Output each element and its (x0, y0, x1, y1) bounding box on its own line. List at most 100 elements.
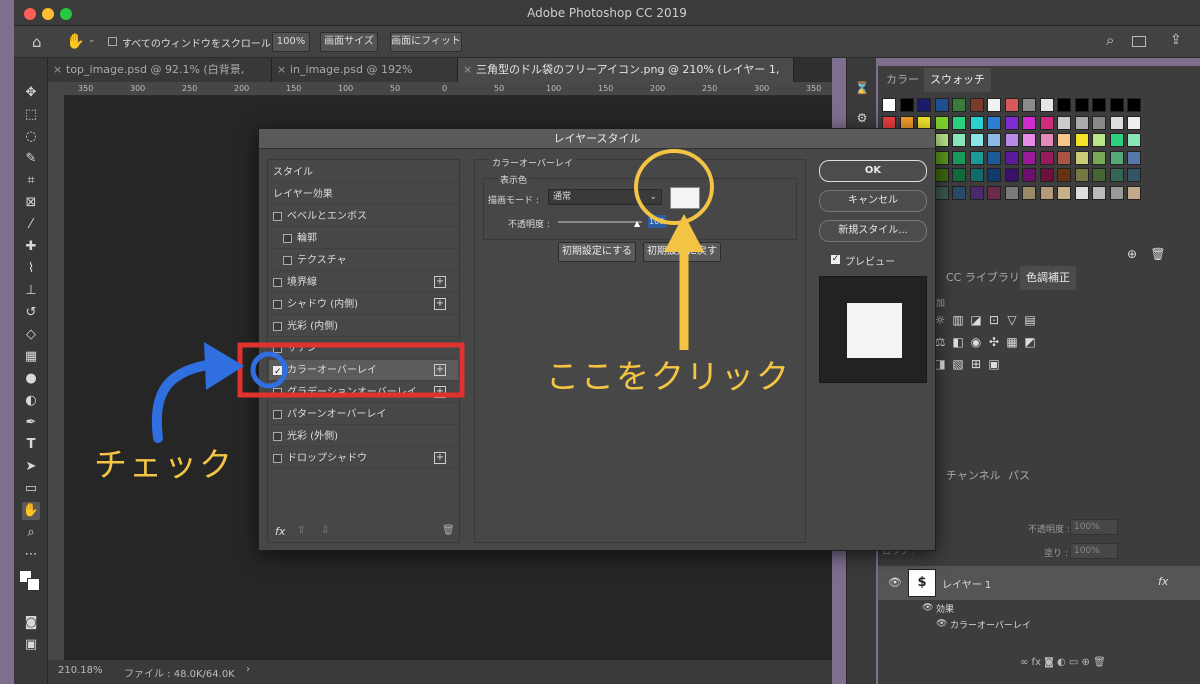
trash-icon[interactable]: 🗑 (1150, 246, 1166, 262)
tab-swatches[interactable]: スウォッチ (924, 68, 991, 92)
workspace-icon[interactable] (1132, 36, 1146, 47)
swatch[interactable] (1074, 185, 1089, 200)
fill-screen-button[interactable]: 画面にフィット (390, 32, 462, 52)
fx-menu-icon[interactable]: fx (275, 525, 285, 538)
style-checkbox[interactable] (273, 344, 282, 353)
swatch[interactable] (1074, 98, 1089, 112)
swatch[interactable] (1109, 98, 1124, 112)
opacity-value-field[interactable]: 100 (648, 215, 666, 228)
style-checkbox[interactable] (273, 278, 282, 287)
quick-select-tool-icon[interactable]: ✎ (22, 150, 40, 168)
swatch[interactable] (1039, 115, 1054, 130)
zoom-tool-icon[interactable]: ⌕ (22, 524, 40, 542)
swatch[interactable] (1004, 115, 1019, 130)
marquee-tool-icon[interactable]: ⬚ (22, 106, 40, 124)
swatch[interactable] (987, 185, 1001, 200)
style-item[interactable]: ベベルとエンボス (269, 206, 458, 227)
new-swatch-icon[interactable]: ⊕ (1124, 246, 1140, 262)
swatch[interactable] (1039, 185, 1054, 200)
swatch[interactable] (952, 98, 966, 112)
swatch[interactable] (1022, 115, 1036, 130)
swatch[interactable] (1109, 133, 1124, 147)
opacity-slider-track[interactable] (558, 221, 642, 223)
opacity-slider-thumb[interactable]: ▲ (634, 219, 640, 228)
stamp-tool-icon[interactable]: ⊥ (22, 282, 40, 300)
swatch[interactable] (1039, 150, 1054, 165)
swatch[interactable] (1127, 98, 1141, 112)
adjustment-icon[interactable]: ▣ (986, 356, 1002, 372)
overlay-color-swatch[interactable] (670, 187, 700, 209)
swatch[interactable] (1074, 115, 1089, 130)
zoom-level[interactable]: 210.18% (58, 665, 103, 676)
history-panel-icon[interactable]: ⌛ (854, 80, 870, 96)
background-color-swatch[interactable] (27, 578, 40, 591)
swatch[interactable] (1127, 185, 1141, 200)
swatch[interactable] (987, 115, 1001, 130)
adjustment-icon[interactable]: ◩ (1022, 334, 1038, 350)
swatch[interactable] (952, 150, 966, 165)
swatch[interactable] (969, 133, 984, 147)
fx-icon[interactable]: fx (1158, 575, 1168, 588)
gradient-tool-icon[interactable]: ▦ (22, 348, 40, 366)
layer-opacity-field[interactable]: 100% (1070, 519, 1118, 535)
adjustment-icon[interactable]: ▽ (1004, 312, 1020, 328)
style-item[interactable]: ドロップシャドウ + (269, 448, 458, 469)
swatch[interactable] (1022, 150, 1036, 165)
swatch[interactable] (1022, 98, 1036, 112)
swatch[interactable] (1004, 133, 1019, 147)
swatch[interactable] (987, 98, 1001, 112)
preview-checkbox[interactable]: ✓ (831, 255, 840, 264)
new-style-button[interactable]: 新規スタイル... (819, 220, 927, 242)
tab-channels[interactable]: チャンネル (940, 464, 1007, 488)
swatch[interactable] (1004, 150, 1019, 165)
swatch[interactable] (899, 98, 914, 112)
swatch[interactable] (934, 168, 949, 182)
add-effect-icon[interactable]: + (434, 386, 446, 398)
swatch[interactable] (1074, 150, 1089, 165)
screen-mode-icon[interactable]: ▣ (22, 636, 40, 654)
swatch[interactable] (1092, 133, 1106, 147)
swatch[interactable] (1092, 98, 1106, 112)
close-tab-icon[interactable]: × (277, 58, 286, 82)
swatch[interactable] (1022, 133, 1036, 147)
style-checkbox[interactable] (273, 454, 282, 463)
add-effect-icon[interactable]: + (434, 364, 446, 376)
swatch[interactable] (1004, 185, 1019, 200)
zoom-100-button[interactable]: 100% (272, 32, 310, 52)
style-checkbox[interactable] (283, 234, 292, 243)
swatch[interactable] (934, 133, 949, 147)
pen-tool-icon[interactable]: ✒ (22, 414, 40, 432)
cancel-button[interactable]: キャンセル (819, 190, 927, 212)
swatch[interactable] (1127, 168, 1141, 182)
swatch[interactable] (1057, 185, 1071, 200)
adjustment-icon[interactable]: ⊞ (968, 356, 984, 372)
style-item[interactable]: パターンオーバーレイ (269, 404, 458, 425)
style-item[interactable]: サテン (269, 338, 458, 359)
style-item[interactable]: スタイル (269, 162, 458, 183)
style-item[interactable]: カラーオーバーレイ + (269, 360, 458, 383)
swatch[interactable] (1004, 98, 1019, 112)
adjustment-icon[interactable]: ✣ (986, 334, 1002, 350)
swatch[interactable] (969, 168, 984, 182)
style-checkbox[interactable] (283, 256, 292, 265)
style-item[interactable]: 輪郭 (269, 228, 458, 249)
dodge-tool-icon[interactable]: ◐ (22, 392, 40, 410)
swatch[interactable] (969, 185, 984, 200)
properties-panel-icon[interactable]: ⚙ (854, 110, 870, 126)
swatch[interactable] (1039, 133, 1054, 147)
style-item[interactable]: グラデーションオーバーレイ + (269, 382, 458, 403)
status-menu-chevron-icon[interactable]: › (246, 664, 250, 675)
type-tool-icon[interactable]: T (22, 436, 40, 454)
swatch[interactable] (917, 98, 931, 112)
adjustment-icon[interactable]: ◧ (950, 334, 966, 350)
swatch[interactable] (1092, 115, 1106, 130)
swatch[interactable] (987, 168, 1001, 182)
doc-tab-top-image[interactable]: ×top_image.psd @ 92.1% (白背景, RGB/8) (48, 58, 272, 100)
swatch[interactable] (1109, 150, 1124, 165)
blend-mode-select[interactable]: 通常 ⌄ (548, 189, 662, 205)
swatch[interactable] (1109, 115, 1124, 130)
swatch[interactable] (1109, 168, 1124, 182)
ok-button[interactable]: OK (819, 160, 927, 182)
swatch[interactable] (969, 150, 984, 165)
move-tool-icon[interactable]: ✥ (22, 84, 40, 102)
